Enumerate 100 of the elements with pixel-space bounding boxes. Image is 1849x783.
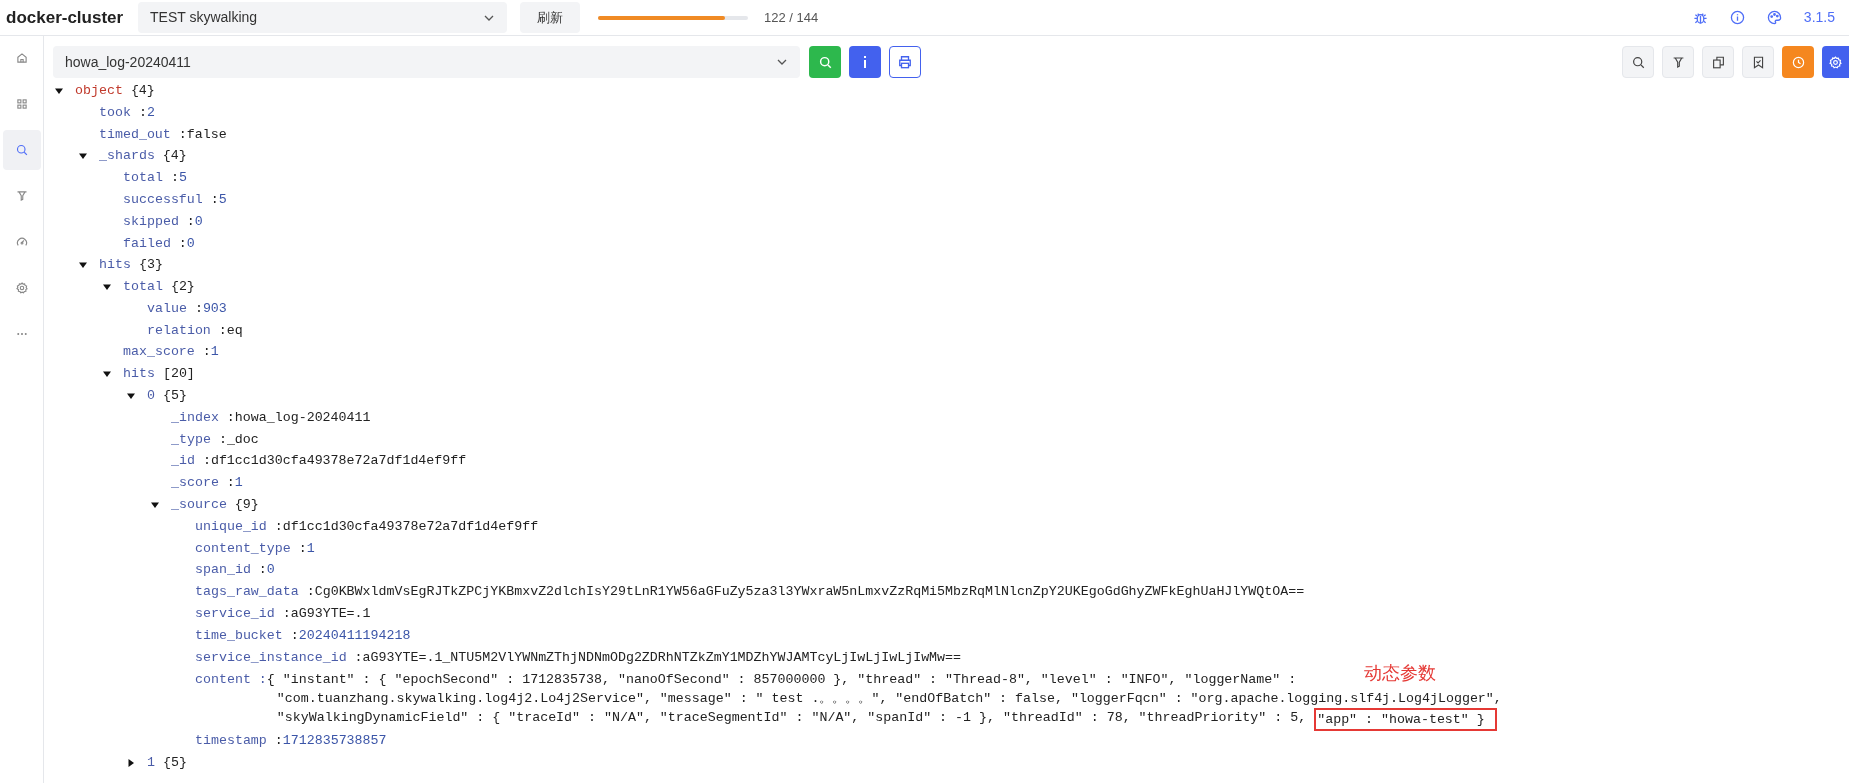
bookmark-check-icon bbox=[1751, 55, 1765, 69]
palette-icon[interactable] bbox=[1766, 10, 1782, 25]
json-key: tags_raw_data bbox=[195, 582, 307, 603]
json-key: total bbox=[123, 277, 163, 298]
separator: : bbox=[178, 234, 187, 253]
separator: : bbox=[218, 430, 227, 449]
filter-button[interactable] bbox=[1662, 46, 1694, 78]
separator: : bbox=[170, 169, 179, 188]
filter-icon bbox=[1671, 55, 1685, 69]
json-value: 0 bbox=[194, 212, 203, 231]
json-key: timestamp bbox=[195, 731, 275, 752]
json-key: hits bbox=[123, 364, 155, 385]
json-key: span_id bbox=[195, 560, 259, 581]
json-key: content : bbox=[195, 668, 267, 689]
json-key: 1 bbox=[147, 753, 155, 774]
json-value: 0 bbox=[186, 234, 195, 253]
filter-icon bbox=[15, 190, 28, 202]
json-value: 2 bbox=[146, 103, 155, 122]
json-key: _shards bbox=[99, 146, 155, 167]
json-value: 5 bbox=[178, 169, 187, 188]
info-button[interactable] bbox=[849, 46, 881, 78]
separator: : bbox=[354, 648, 363, 667]
search-icon bbox=[15, 144, 28, 156]
info-icon bbox=[863, 56, 867, 68]
settings-button[interactable] bbox=[1822, 46, 1849, 78]
search-icon bbox=[818, 55, 832, 69]
json-key: failed bbox=[123, 233, 179, 254]
json-key: successful bbox=[123, 189, 211, 210]
json-key: total bbox=[123, 168, 171, 189]
json-key: skipped bbox=[123, 211, 187, 232]
settings-icon bbox=[1829, 55, 1842, 69]
json-key: time_bucket bbox=[195, 625, 291, 646]
cluster-name: docker-cluster bbox=[6, 6, 125, 29]
copy-button[interactable] bbox=[1702, 46, 1734, 78]
cluster-select[interactable]: TEST skywalking bbox=[138, 2, 507, 33]
refresh-button[interactable]: 刷新 bbox=[520, 2, 580, 33]
caret-icon[interactable] bbox=[126, 758, 136, 769]
json-key: _id bbox=[171, 451, 203, 472]
json-key: object bbox=[75, 80, 123, 101]
separator: : bbox=[138, 103, 147, 122]
node-count: {2} bbox=[170, 278, 195, 297]
annotation-label: 动态参数 bbox=[1362, 663, 1437, 683]
json-key: max_score bbox=[123, 342, 203, 363]
node-count: {4} bbox=[130, 81, 155, 100]
json-value: 0 bbox=[266, 561, 275, 580]
json-value: { "instant" : { "epochSecond" : 1712835738, "nanoOfSecond" : 857000000 }, "thread" : "Thread-8", "level" : "INFO", "loggerName" : bbox=[266, 670, 1297, 689]
node-count: {9} bbox=[234, 496, 259, 515]
node-count: {4} bbox=[162, 147, 187, 166]
separator: : bbox=[274, 732, 283, 751]
json-value: aG93YTE=.1 bbox=[290, 605, 371, 624]
json-key: _source bbox=[171, 495, 227, 515]
node-count: {5} bbox=[163, 387, 187, 406]
progress-count: 122 / 144 bbox=[764, 8, 819, 27]
select-value: TEST skywalking bbox=[150, 8, 258, 27]
json-key: hits bbox=[99, 255, 131, 276]
separator: : bbox=[306, 583, 315, 602]
index-select[interactable]: howa_log-20240411 bbox=[53, 46, 800, 78]
info-icon[interactable] bbox=[1729, 10, 1745, 25]
separator: : bbox=[226, 408, 235, 427]
json-value: "com.tuanzhang.skywalking.log4j2.Lo4j2Service", "message" : " test .。。。。", "endOfBatch" : false, "loggerFqcn" : "org.apache.logging.slf4j.Log4jLogger", bbox=[276, 689, 1502, 708]
json-value: df1cc1d30cfa49378e72a7df1d4ef9ff bbox=[210, 452, 467, 471]
json-key: _type bbox=[171, 429, 219, 450]
search-button[interactable] bbox=[1622, 46, 1654, 78]
copy-icon bbox=[1711, 55, 1725, 69]
separator: : bbox=[218, 321, 227, 340]
json-value: 20240411194218 bbox=[298, 626, 411, 645]
json-key: service_id bbox=[195, 604, 283, 624]
json-key: 0 bbox=[147, 386, 155, 406]
separator: : bbox=[226, 474, 235, 493]
separator: : bbox=[202, 452, 211, 471]
node-count: {3} bbox=[138, 256, 163, 275]
json-value: 903 bbox=[202, 299, 227, 318]
separator: : bbox=[194, 299, 203, 318]
json-value: 1712835738857 bbox=[282, 732, 387, 751]
home-icon bbox=[15, 52, 28, 64]
separator: : bbox=[282, 605, 291, 624]
json-value: howa_log-20240411 bbox=[234, 408, 371, 427]
json-value: 1 bbox=[234, 474, 243, 493]
version-label: 3.1.5 bbox=[1803, 8, 1835, 27]
separator: : bbox=[258, 561, 267, 580]
json-value: eq bbox=[226, 321, 243, 340]
separator: : bbox=[274, 517, 283, 536]
json-key: relation bbox=[147, 320, 219, 341]
separator: : bbox=[186, 212, 195, 231]
settings-icon bbox=[15, 282, 28, 294]
node-count: {5} bbox=[163, 754, 187, 773]
json-value: _doc bbox=[226, 430, 259, 449]
json-key: took bbox=[99, 102, 139, 123]
print-button[interactable] bbox=[889, 46, 921, 78]
clock-icon bbox=[1791, 55, 1805, 69]
separator: : bbox=[178, 125, 187, 144]
json-value: 5 bbox=[218, 190, 227, 209]
separator: : bbox=[298, 539, 307, 558]
json-key: service_instance_id bbox=[195, 647, 355, 668]
search-icon bbox=[1631, 55, 1645, 69]
history-button[interactable] bbox=[1782, 46, 1814, 78]
dashboard-icon bbox=[15, 236, 28, 248]
bookmark-button[interactable] bbox=[1742, 46, 1774, 78]
json-value: 1 bbox=[210, 343, 219, 362]
node-count: [20] bbox=[162, 365, 195, 384]
